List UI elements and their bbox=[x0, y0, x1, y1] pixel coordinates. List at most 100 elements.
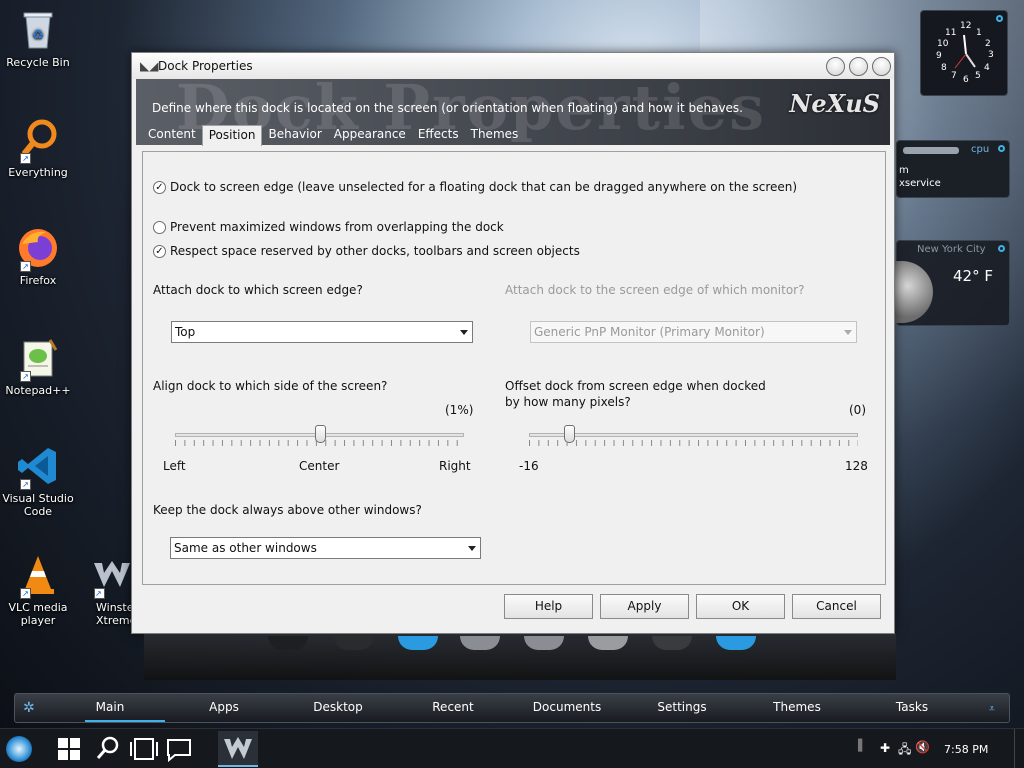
position-panel: ✓ Dock to screen edge (leave unselected … bbox=[142, 151, 886, 585]
ok-button[interactable]: OK bbox=[696, 594, 785, 619]
desktop-icon-recycle-bin[interactable]: ♻ Recycle Bin bbox=[0, 8, 76, 69]
tab-appearance[interactable]: Appearance bbox=[328, 125, 412, 145]
attach-monitor-label: Attach dock to the screen edge of which … bbox=[505, 283, 805, 297]
dock-tab-desktop[interactable]: Desktop bbox=[313, 700, 363, 714]
shortcut-arrow-icon: ↗ bbox=[20, 479, 31, 490]
task-view-icon[interactable] bbox=[130, 738, 158, 763]
tab-content[interactable]: Content bbox=[142, 125, 202, 145]
dialog-title: Dock Properties bbox=[158, 59, 253, 73]
clock-time[interactable]: 7:58 PM bbox=[944, 743, 988, 756]
align-center-label: Center bbox=[299, 459, 340, 473]
weather-widget[interactable]: New York City 42° F bbox=[891, 240, 1010, 326]
attach-monitor-value: Generic PnP Monitor (Primary Monitor) bbox=[534, 325, 765, 339]
volume-muted-icon[interactable]: 🔇 bbox=[915, 740, 930, 754]
maximize-button[interactable] bbox=[849, 57, 868, 76]
attach-edge-label: Attach dock to which screen edge? bbox=[153, 283, 363, 297]
pin-icon[interactable]: ✚ bbox=[880, 741, 890, 755]
always-above-select[interactable]: Same as other windows bbox=[170, 537, 481, 559]
start-orb-icon[interactable] bbox=[6, 736, 32, 762]
attach-monitor-select: Generic PnP Monitor (Primary Monitor) bbox=[530, 321, 857, 343]
chat-icon[interactable] bbox=[166, 738, 192, 765]
offset-label-line1: Offset dock from screen edge when docked bbox=[505, 379, 766, 393]
offset-slider-thumb[interactable] bbox=[564, 425, 575, 443]
help-button[interactable]: Help bbox=[504, 594, 593, 619]
chevron-down-icon bbox=[460, 330, 468, 335]
tab-behavior[interactable]: Behavior bbox=[262, 125, 327, 145]
widget-settings-icon[interactable] bbox=[996, 15, 1003, 22]
search-icon[interactable] bbox=[96, 736, 120, 763]
nexus-dock-bar: ✲ Main Apps Desktop Recent Documents Set… bbox=[14, 693, 1010, 723]
close-button[interactable] bbox=[872, 57, 891, 76]
attach-edge-value: Top bbox=[175, 325, 196, 339]
always-above-label: Keep the dock always above other windows… bbox=[153, 503, 422, 517]
minimize-button[interactable] bbox=[826, 57, 845, 76]
respect-space-checkbox[interactable]: ✓ bbox=[153, 244, 166, 258]
desktop-icon-label: Recycle Bin bbox=[6, 56, 70, 69]
desktop-icon-label: Visual Studio Code bbox=[2, 492, 74, 518]
dock-tab-apps[interactable]: Apps bbox=[209, 700, 239, 714]
prevent-maximized-option[interactable]: Prevent maximized windows from overlappi… bbox=[153, 220, 504, 234]
winstep-taskbar-button[interactable] bbox=[218, 731, 258, 767]
dock-tab-settings[interactable]: Settings bbox=[657, 700, 706, 714]
recycle-bin-icon: ♻ bbox=[16, 8, 60, 52]
notepadpp-icon: ↗ bbox=[16, 336, 60, 382]
cancel-button[interactable]: Cancel bbox=[792, 594, 881, 619]
dock-to-edge-option[interactable]: ✓ Dock to screen edge (leave unselected … bbox=[153, 180, 797, 194]
desktop-icon-label: Everything bbox=[8, 166, 68, 179]
offset-max-label: 128 bbox=[845, 459, 868, 473]
tab-position[interactable]: Position bbox=[201, 125, 263, 146]
offset-slider-track[interactable] bbox=[529, 433, 858, 437]
cpu-meter-bar bbox=[903, 147, 959, 154]
prevent-maximized-checkbox[interactable] bbox=[153, 220, 166, 234]
network-icon[interactable]: 🖧 bbox=[898, 740, 911, 761]
shortcut-arrow-icon: ↗ bbox=[20, 588, 31, 599]
everything-search-icon: ↗ bbox=[16, 118, 60, 164]
desktop-icon-notepadpp[interactable]: ↗ Notepad++ bbox=[0, 336, 76, 397]
cpu-widget[interactable]: cpu m xservice bbox=[896, 140, 1010, 198]
collapse-icon[interactable]: ⩡ bbox=[989, 702, 995, 716]
dock-tab-themes[interactable]: Themes bbox=[773, 700, 821, 714]
align-label: Align dock to which side of the screen? bbox=[153, 379, 388, 393]
chevron-down-icon bbox=[844, 330, 852, 335]
gear-icon[interactable]: ✲ bbox=[23, 700, 35, 716]
prevent-maximized-label: Prevent maximized windows from overlappi… bbox=[170, 220, 504, 234]
offset-label-line2: by how many pixels? bbox=[505, 395, 631, 409]
align-right-label: Right bbox=[439, 459, 471, 473]
desktop-icon-winstep[interactable]: ↗ Winstep Xtreme bbox=[76, 553, 136, 627]
title-bar[interactable]: ◣◢ Dock Properties bbox=[132, 53, 894, 79]
dock-tab-tasks[interactable]: Tasks bbox=[896, 700, 928, 714]
attach-edge-select[interactable]: Top bbox=[171, 321, 473, 343]
widget-settings-icon[interactable] bbox=[998, 145, 1005, 152]
desktop-icon-label: Firefox bbox=[19, 274, 57, 287]
show-desktop-button[interactable] bbox=[1014, 729, 1024, 768]
widget-settings-icon[interactable] bbox=[998, 245, 1005, 252]
respect-space-option[interactable]: ✓ Respect space reserved by other docks,… bbox=[153, 244, 580, 258]
dock-tab-main[interactable]: Main bbox=[96, 700, 125, 714]
align-slider-thumb[interactable] bbox=[315, 425, 326, 443]
respect-space-label: Respect space reserved by other docks, t… bbox=[170, 244, 580, 258]
shortcut-arrow-icon: ↗ bbox=[20, 153, 31, 164]
desktop-icon-vscode[interactable]: ↗ Visual Studio Code bbox=[0, 444, 76, 518]
cpu-title: cpu bbox=[971, 144, 990, 155]
banner-description: Define where this dock is located on the… bbox=[152, 101, 743, 115]
desktop-icon-everything[interactable]: ↗ Everything bbox=[0, 118, 76, 179]
shortcut-arrow-icon: ↗ bbox=[94, 588, 105, 599]
notification-edge: ▌ bbox=[858, 739, 867, 752]
desktop-icon-vlc[interactable]: ↗ VLC media player bbox=[0, 553, 76, 627]
weather-temp: 42° F bbox=[953, 267, 993, 285]
taskbar: ▌ ✚ 🖧 🔇 7:58 PM bbox=[0, 728, 1024, 768]
clock-widget[interactable]: 12 1 2 3 4 5 6 7 8 9 10 11 bbox=[920, 10, 1008, 96]
dock-tab-documents[interactable]: Documents bbox=[533, 700, 601, 714]
desktop-icon-label: VLC media player bbox=[8, 601, 68, 627]
windows-start-icon[interactable] bbox=[58, 738, 80, 763]
desktop-icon-firefox[interactable]: ↗ Firefox bbox=[0, 226, 76, 287]
tab-effects[interactable]: Effects bbox=[412, 125, 465, 145]
tab-themes[interactable]: Themes bbox=[465, 125, 525, 145]
vlc-cone-icon: ↗ bbox=[16, 553, 60, 599]
vscode-icon: ↗ bbox=[16, 444, 60, 490]
dock-tab-recent[interactable]: Recent bbox=[432, 700, 473, 714]
offset-slider-ticks bbox=[529, 440, 858, 446]
apply-button[interactable]: Apply bbox=[600, 594, 689, 619]
app-icon: ◣◢ bbox=[140, 59, 159, 73]
dock-to-edge-checkbox[interactable]: ✓ bbox=[153, 180, 166, 194]
